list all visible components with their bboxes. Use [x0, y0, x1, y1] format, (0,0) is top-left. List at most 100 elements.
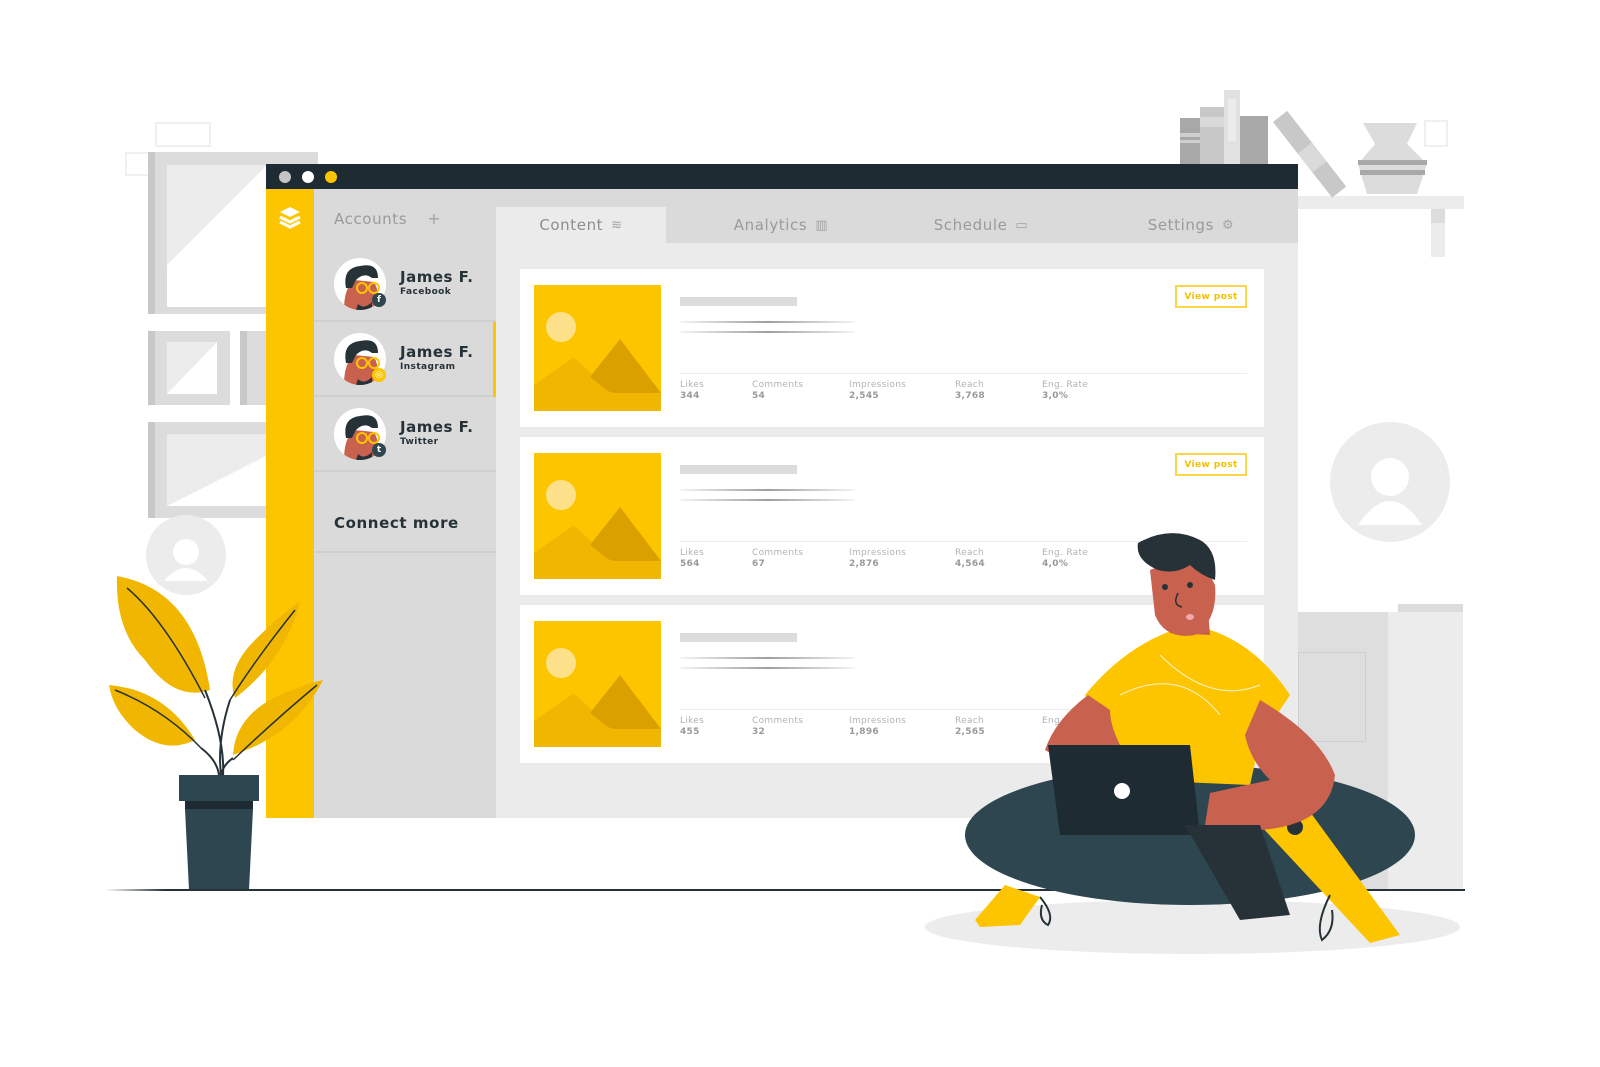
divider: [314, 551, 496, 553]
stat-likes: Likes 564: [680, 548, 704, 570]
stat-label: Eng. Rate: [1042, 380, 1089, 390]
leaf: [109, 685, 202, 749]
title-bar: [266, 164, 1298, 189]
accounts-panel: Accounts + f James F. Facebook ◎ James F…: [314, 189, 496, 818]
post-text-placeholder: [680, 321, 855, 323]
stat-impressions: Impressions 2,545: [849, 380, 906, 402]
wall-avatar-right: [1330, 422, 1450, 542]
account-name: James F.: [400, 418, 474, 436]
stat-comments: Comments 32: [752, 716, 803, 738]
tab-label: Analytics: [733, 216, 808, 234]
view-post-button[interactable]: View post: [1175, 453, 1247, 476]
post-thumbnail: [534, 621, 661, 747]
stat-value: 2,876: [849, 559, 879, 569]
account-item-facebook[interactable]: f James F. Facebook: [314, 247, 496, 322]
stat-value: 3,0%: [1042, 391, 1069, 401]
leaf: [229, 602, 300, 701]
stat-label: Impressions: [849, 548, 907, 558]
leaf: [116, 576, 210, 699]
stat-value: 564: [680, 559, 700, 569]
floor-fade: [105, 888, 165, 892]
post-thumbnail: [534, 285, 661, 411]
stat-eng-rate: Eng. Rate 3,0%: [1042, 380, 1088, 402]
tab-content[interactable]: Content ≋: [496, 207, 666, 243]
leaf: [232, 680, 323, 761]
account-name: James F.: [400, 343, 474, 361]
stat-label: Likes: [680, 716, 705, 726]
stat-value: 1,896: [849, 727, 879, 737]
tab-schedule[interactable]: Schedule ▭: [896, 207, 1066, 243]
post-card: View post Likes 344 Comments 54 Impressions 2…: [520, 269, 1264, 427]
post-text-placeholder: [680, 489, 855, 491]
stat-value: 2,545: [849, 391, 879, 401]
layers-icon[interactable]: [278, 205, 302, 229]
post-title-placeholder: [680, 465, 797, 474]
stat-value: 67: [752, 559, 766, 569]
stat-label: Likes: [680, 548, 705, 558]
accounts-header: Accounts +: [334, 209, 441, 228]
image-placeholder-icon: [534, 621, 661, 747]
shelf-bracket-top: [1431, 209, 1445, 223]
account-item-twitter[interactable]: t James F. Twitter: [314, 397, 496, 472]
instagram-icon: ◎: [372, 368, 386, 382]
stat-comments: Comments 67: [752, 548, 803, 570]
stat-likes: Likes 455: [680, 716, 704, 738]
account-network: Facebook: [400, 287, 452, 297]
window-close-button[interactable]: [279, 171, 291, 183]
account-item-instagram[interactable]: ◎ James F. Instagram: [314, 322, 496, 397]
layers-icon: ≋: [611, 217, 623, 233]
user-silhouette-icon: [1330, 422, 1450, 542]
tab-bar: Content ≋ Analytics ▥ Schedule ▭ Setting…: [496, 189, 1298, 243]
stat-comments: Comments 54: [752, 380, 803, 402]
gear-icon: ⚙: [1222, 217, 1235, 233]
decor-ghost-box: [155, 122, 211, 147]
tab-label: Settings: [1147, 216, 1215, 234]
stat-label: Reach: [955, 380, 985, 390]
stat-reach: Reach 3,768: [955, 380, 985, 402]
account-name: James F.: [400, 268, 474, 286]
vase-decor: [1358, 120, 1448, 194]
stat-label: Impressions: [849, 716, 907, 726]
post-thumbnail: [534, 453, 661, 579]
plant-illustration: [109, 576, 323, 890]
add-account-button[interactable]: +: [427, 209, 441, 228]
image-placeholder-icon: [534, 453, 661, 579]
stat-impressions: Impressions 1,896: [849, 716, 906, 738]
stat-impressions: Impressions 2,876: [849, 548, 906, 570]
connect-more-button[interactable]: Connect more: [334, 514, 459, 532]
post-title-placeholder: [680, 633, 797, 642]
post-text-placeholder: [680, 331, 855, 333]
stat-likes: Likes 344: [680, 380, 704, 402]
tab-label: Schedule: [933, 216, 1008, 234]
view-post-button[interactable]: View post: [1175, 285, 1247, 308]
image-placeholder-icon: [534, 285, 661, 411]
wall-frame-wide: [148, 422, 270, 518]
accounts-title: Accounts: [334, 209, 408, 228]
stats-divider: [680, 373, 1247, 374]
post-title-placeholder: [680, 297, 797, 306]
wall-frame-small: [148, 331, 230, 405]
stat-label: Impressions: [849, 380, 907, 390]
window-minimize-button[interactable]: [302, 171, 314, 183]
tab-settings[interactable]: Settings ⚙: [1106, 207, 1276, 243]
stat-label: Comments: [752, 380, 804, 390]
window-maximize-button[interactable]: [325, 171, 337, 183]
post-text-placeholder: [680, 499, 855, 501]
account-network: Twitter: [400, 437, 439, 447]
post-text-placeholder: [680, 667, 855, 669]
tab-label: Content: [539, 216, 604, 234]
account-network: Instagram: [400, 362, 456, 372]
stat-label: Comments: [752, 548, 804, 558]
twitter-icon: t: [372, 443, 386, 457]
stat-value: 32: [752, 727, 766, 737]
shoe-left: [975, 885, 1052, 927]
facebook-icon: f: [372, 293, 386, 307]
bar-chart-icon: ▥: [815, 217, 829, 233]
post-text-placeholder: [680, 657, 855, 659]
stat-value: 54: [752, 391, 766, 401]
calendar-icon: ▭: [1015, 217, 1029, 233]
stat-value: 344: [680, 391, 700, 401]
stat-label: Likes: [680, 380, 705, 390]
person-with-laptop-illustration: [965, 533, 1415, 943]
tab-analytics[interactable]: Analytics ▥: [696, 207, 866, 243]
